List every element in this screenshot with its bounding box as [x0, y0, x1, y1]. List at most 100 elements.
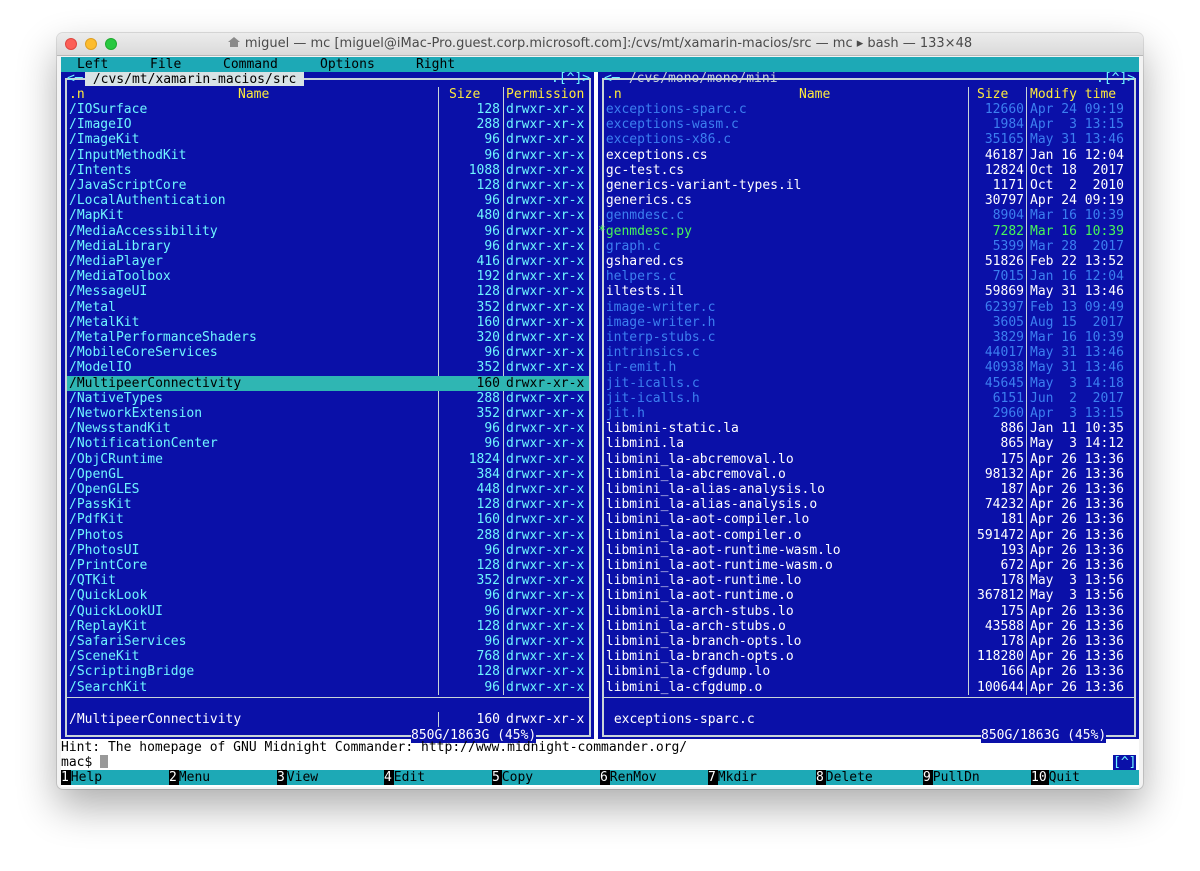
- left-panel-arrows[interactable]: <─: [67, 71, 83, 86]
- right-row[interactable]: exceptions-wasm.c 1984 Apr 3 13:15: [598, 117, 1136, 132]
- fkey-quit[interactable]: 10 Quit: [1031, 770, 1137, 785]
- left-row[interactable]: /SceneKit 768 drwxr-xr-x: [61, 649, 591, 664]
- right-panel-path[interactable]: /cvs/mono/mono/mini: [621, 71, 785, 86]
- right-row[interactable]: libmini_la-aot-compiler.lo 181 Apr 26 13:3…: [598, 512, 1136, 527]
- menu-left[interactable]: Left: [77, 57, 108, 72]
- left-row[interactable]: /ImageKit 96 drwxr-xr-x: [61, 132, 591, 147]
- right-row[interactable]: gc-test.cs 12824 Oct 18 2017: [598, 163, 1136, 178]
- right-row[interactable]: libmini_la-aot-runtime.lo 178 May 3 13:56: [598, 573, 1136, 588]
- right-row[interactable]: exceptions-sparc.c 12660 Apr 24 09:19: [598, 102, 1136, 117]
- right-row[interactable]: libmini_la-arch-stubs.lo 175 Apr 26 13:36: [598, 604, 1136, 619]
- left-row[interactable]: /QuickLookUI 96 drwxr-xr-x: [61, 604, 591, 619]
- right-panel-corner[interactable]: .[^]>: [1096, 71, 1135, 86]
- left-row[interactable]: /PassKit 128 drwxr-xr-x: [61, 497, 591, 512]
- left-row[interactable]: /NotificationCenter 96 drwxr-xr-x: [61, 436, 591, 451]
- right-row[interactable]: libmini_la-alias-analysis.lo 187 Apr 26 13…: [598, 482, 1136, 497]
- left-header-permission[interactable]: Permission: [506, 87, 584, 102]
- left-row[interactable]: /ObjCRuntime 1824 drwxr-xr-x: [61, 452, 591, 467]
- left-header-size[interactable]: Size: [449, 87, 480, 102]
- right-row[interactable]: genmdesc.c 8904 Mar 16 10:39: [598, 208, 1136, 223]
- left-row[interactable]: /InputMethodKit 96 drwxr-xr-x: [61, 148, 591, 163]
- left-row[interactable]: /MobileCoreServices 96 drwxr-xr-x: [61, 345, 591, 360]
- right-row[interactable]: interp-stubs.c 3829 Mar 16 10:39: [598, 330, 1136, 345]
- command-prompt[interactable]: mac$: [61, 755, 109, 770]
- left-row[interactable]: /LocalAuthentication 96 drwxr-xr-x: [61, 193, 591, 208]
- right-row[interactable]: image-writer.c 62397 Feb 13 09:49: [598, 300, 1136, 315]
- right-row[interactable]: libmini_la-cfgdump.o 100644 Apr 26 13:36: [598, 680, 1136, 695]
- left-row[interactable]: /ModelIO 352 drwxr-xr-x: [61, 360, 591, 375]
- fkey-view[interactable]: 3 View: [277, 770, 383, 785]
- right-row[interactable]: generics.cs 30797 Apr 24 09:19: [598, 193, 1136, 208]
- right-row[interactable]: libmini_la-aot-runtime.o 367812 May 3 13:5…: [598, 588, 1136, 603]
- right-header-modify[interactable]: Modify time: [1030, 87, 1116, 102]
- left-row[interactable]: /MetalKit 160 drwxr-xr-x: [61, 315, 591, 330]
- left-header-name[interactable]: Name: [238, 87, 269, 102]
- right-row[interactable]: libmini_la-cfgdump.lo 166 Apr 26 13:36: [598, 664, 1136, 679]
- left-row[interactable]: /ImageIO 288 drwxr-xr-x: [61, 117, 591, 132]
- right-row[interactable]: libmini.la 865 May 3 14:12: [598, 436, 1136, 451]
- right-row[interactable]: libmini_la-arch-stubs.o 43588 Apr 26 13:36: [598, 619, 1136, 634]
- left-panel-corner[interactable]: .[^]>: [551, 71, 590, 86]
- left-row[interactable]: /Intents 1088 drwxr-xr-x: [61, 163, 591, 178]
- left-panel[interactable]: <─ /cvs/mt/xamarin-macios/src .[^]> .n N…: [61, 71, 594, 744]
- right-row[interactable]: jit.h 2960 Apr 3 13:15: [598, 406, 1136, 421]
- left-row[interactable]: /JavaScriptCore 128 drwxr-xr-x: [61, 178, 591, 193]
- left-row[interactable]: /MapKit 480 drwxr-xr-x: [61, 208, 591, 223]
- right-row[interactable]: jit-icalls.h 6151 Jun 2 2017: [598, 391, 1136, 406]
- right-row[interactable]: jit-icalls.c 45645 May 3 14:18: [598, 376, 1136, 391]
- left-panel-path[interactable]: /cvs/mt/xamarin-macios/src: [85, 72, 305, 87]
- left-row[interactable]: /MediaLibrary 96 drwxr-xr-x: [61, 239, 591, 254]
- left-row[interactable]: /ScriptingBridge 128 drwxr-xr-x: [61, 664, 591, 679]
- left-row[interactable]: /NativeTypes 288 drwxr-xr-x: [61, 391, 591, 406]
- left-row[interactable]: /MediaAccessibility 96 drwxr-xr-x: [61, 224, 591, 239]
- fkey-help[interactable]: 1 Help: [61, 770, 167, 785]
- right-row[interactable]: libmini_la-alias-analysis.o 74232 Apr 26 1…: [598, 497, 1136, 512]
- left-row[interactable]: /Metal 352 drwxr-xr-x: [61, 300, 591, 315]
- left-row[interactable]: /MediaPlayer 416 drwxr-xr-x: [61, 254, 591, 269]
- menu-command[interactable]: Command: [223, 57, 278, 72]
- right-row[interactable]: libmini_la-branch-opts.lo 178 Apr 26 13:36: [598, 634, 1136, 649]
- right-row[interactable]: libmini_la-abcremoval.lo 175 Apr 26 13:36: [598, 452, 1136, 467]
- right-header-name[interactable]: Name: [799, 87, 830, 102]
- right-row[interactable]: helpers.c 7015 Jan 16 12:04: [598, 269, 1136, 284]
- fkey-renmov[interactable]: 6 RenMov: [600, 770, 706, 785]
- left-row[interactable]: /NewsstandKit 96 drwxr-xr-x: [61, 421, 591, 436]
- left-row[interactable]: /SearchKit 96 drwxr-xr-x: [61, 680, 591, 695]
- left-row[interactable]: /MessageUI 128 drwxr-xr-x: [61, 284, 591, 299]
- left-row[interactable]: /QTKit 352 drwxr-xr-x: [61, 573, 591, 588]
- right-header-size[interactable]: Size: [977, 87, 1008, 102]
- fkey-menu[interactable]: 2 Menu: [169, 770, 275, 785]
- left-header-sort[interactable]: .n: [69, 87, 85, 102]
- right-row[interactable]: libmini_la-aot-compiler.o 591472 Apr 26 13…: [598, 528, 1136, 543]
- fkey-mkdir[interactable]: 7 Mkdir: [708, 770, 814, 785]
- left-row-selected[interactable]: /MultipeerConnectivity 160 drwxr-xr-x: [61, 376, 591, 391]
- right-row[interactable]: exceptions-x86.c 35165 May 31 13:46: [598, 132, 1136, 147]
- left-row[interactable]: /MetalPerformanceShaders 320 drwxr-xr-x: [61, 330, 591, 345]
- left-row[interactable]: /PhotosUI 96 drwxr-xr-x: [61, 543, 591, 558]
- left-row[interactable]: /QuickLook 96 drwxr-xr-x: [61, 588, 591, 603]
- left-row[interactable]: /OpenGLES 448 drwxr-xr-x: [61, 482, 591, 497]
- left-row[interactable]: /NetworkExtension 352 drwxr-xr-x: [61, 406, 591, 421]
- menu-file[interactable]: File: [150, 57, 181, 72]
- left-row[interactable]: /IOSurface 128 drwxr-xr-x: [61, 102, 591, 117]
- fkey-edit[interactable]: 4 Edit: [384, 770, 490, 785]
- menu-options[interactable]: Options: [320, 57, 375, 72]
- fkey-pulldn[interactable]: 9 PullDn: [923, 770, 1029, 785]
- left-row[interactable]: /SafariServices 96 drwxr-xr-x: [61, 634, 591, 649]
- fkey-delete[interactable]: 8 Delete: [816, 770, 922, 785]
- right-row[interactable]: libmini_la-branch-opts.o 118280 Apr 26 13:…: [598, 649, 1136, 664]
- right-row[interactable]: ir-emit.h 40938 May 31 13:46: [598, 360, 1136, 375]
- left-row[interactable]: /Photos 288 drwxr-xr-x: [61, 528, 591, 543]
- right-row[interactable]: libmini-static.la 886 Jan 11 10:35: [598, 421, 1136, 436]
- left-row[interactable]: /MediaToolbox 192 drwxr-xr-x: [61, 269, 591, 284]
- left-row[interactable]: /ReplayKit 128 drwxr-xr-x: [61, 619, 591, 634]
- left-row[interactable]: /PdfKit 160 drwxr-xr-x: [61, 512, 591, 527]
- terminal-area[interactable]: Left File Command Options Right <─ /cvs/…: [61, 57, 1139, 787]
- right-panel-arrows[interactable]: <─: [604, 71, 620, 86]
- right-header-sort[interactable]: .n: [606, 87, 622, 102]
- right-panel[interactable]: <─ /cvs/mono/mono/mini .[^]> .n Name Siz…: [598, 71, 1139, 744]
- right-row[interactable]: libmini_la-aot-runtime-wasm.lo 193 Apr 26 …: [598, 543, 1136, 558]
- right-row[interactable]: graph.c 5399 Mar 28 2017: [598, 239, 1136, 254]
- right-row[interactable]: iltests.il 59869 May 31 13:46: [598, 284, 1136, 299]
- right-row[interactable]: libmini_la-abcremoval.o 98132 Apr 26 13:36: [598, 467, 1136, 482]
